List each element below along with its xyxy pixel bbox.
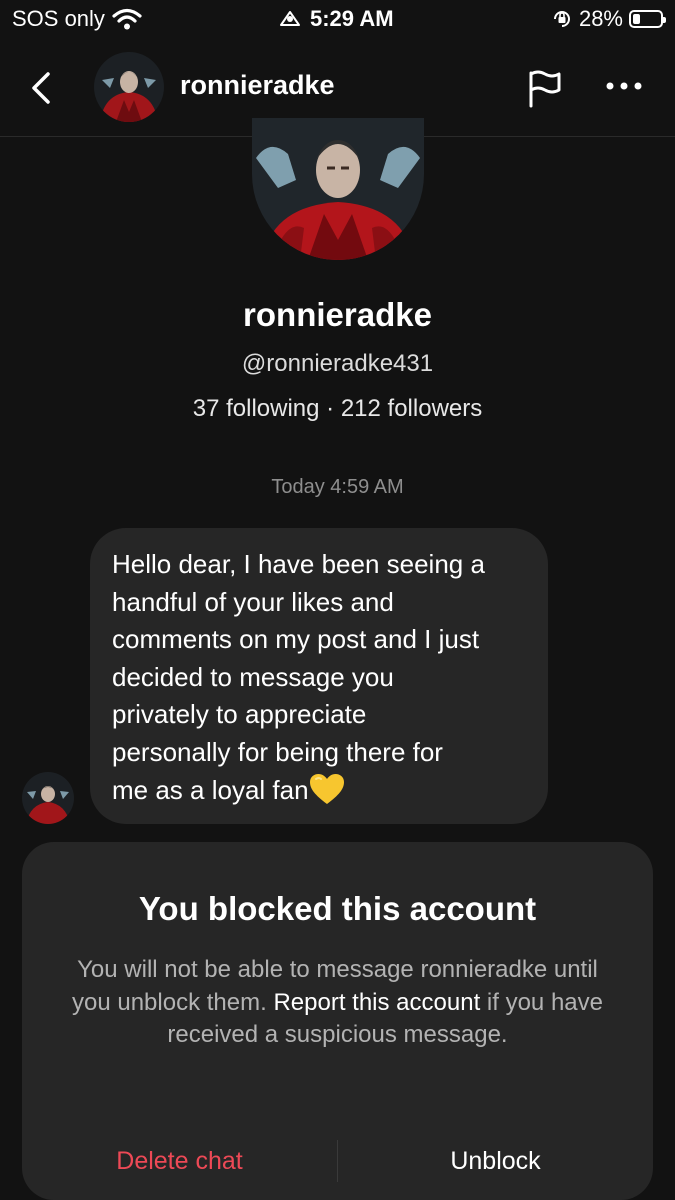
- wifi-icon: [112, 8, 142, 30]
- status-bar: SOS only 5:29 AM 28%: [0, 0, 675, 40]
- clock-time: 5:29 AM: [310, 6, 394, 31]
- message-bubble[interactable]: Hello dear, I have been seeing a handful…: [90, 528, 548, 824]
- profile-stats: 37 following · 212 followers: [192, 395, 483, 422]
- header-avatar[interactable]: [94, 52, 164, 122]
- flag-icon[interactable]: [525, 68, 565, 108]
- orientation-lock-icon: [553, 11, 570, 27]
- delete-chat-button[interactable]: Delete chat: [22, 1147, 337, 1176]
- message-text: Hello dear, I have been seeing a handful…: [112, 546, 530, 809]
- yellow-heart-icon: [309, 773, 344, 804]
- header-username[interactable]: ronnieradke: [180, 70, 335, 101]
- message-line: decided to message you: [112, 661, 394, 692]
- unblock-button[interactable]: Unblock: [338, 1147, 653, 1176]
- message-line: Hello dear, I have been seeing a: [112, 549, 485, 579]
- message-line: personally for being there for: [112, 736, 443, 767]
- more-dots-icon[interactable]: [604, 80, 644, 92]
- battery-fill: [633, 14, 640, 24]
- screen-mirroring-icon: [280, 11, 300, 26]
- carrier-text: SOS only: [12, 6, 105, 31]
- sheet-body: You will not be able to message ronniera…: [58, 954, 617, 1052]
- message-line-last: me as a loyal fan: [112, 772, 530, 810]
- message-timestamp: Today 4:59 AM: [271, 476, 404, 498]
- profile-handle: @ronnieradke431: [241, 350, 434, 377]
- back-chevron-icon[interactable]: [24, 68, 60, 108]
- profile-avatar[interactable]: [252, 118, 424, 260]
- sheet-title: You blocked this account: [138, 890, 537, 927]
- message-avatar[interactable]: [22, 772, 74, 824]
- battery-percent: 28%: [578, 6, 623, 31]
- status-center: 5:29 AM: [278, 6, 394, 32]
- message-line: me as a loyal fan: [112, 774, 309, 805]
- message-line: privately to appreciate: [112, 699, 367, 730]
- message-line: comments on my post and I just: [112, 624, 480, 655]
- battery-icon: [629, 10, 666, 28]
- profile-name: ronnieradke: [243, 296, 432, 333]
- report-account-link[interactable]: Report this account: [273, 989, 480, 1016]
- blocked-account-sheet: You blocked this account You will not be…: [22, 842, 653, 1200]
- status-right: 28%: [551, 6, 666, 32]
- message-line: handful of your likes and: [112, 586, 394, 617]
